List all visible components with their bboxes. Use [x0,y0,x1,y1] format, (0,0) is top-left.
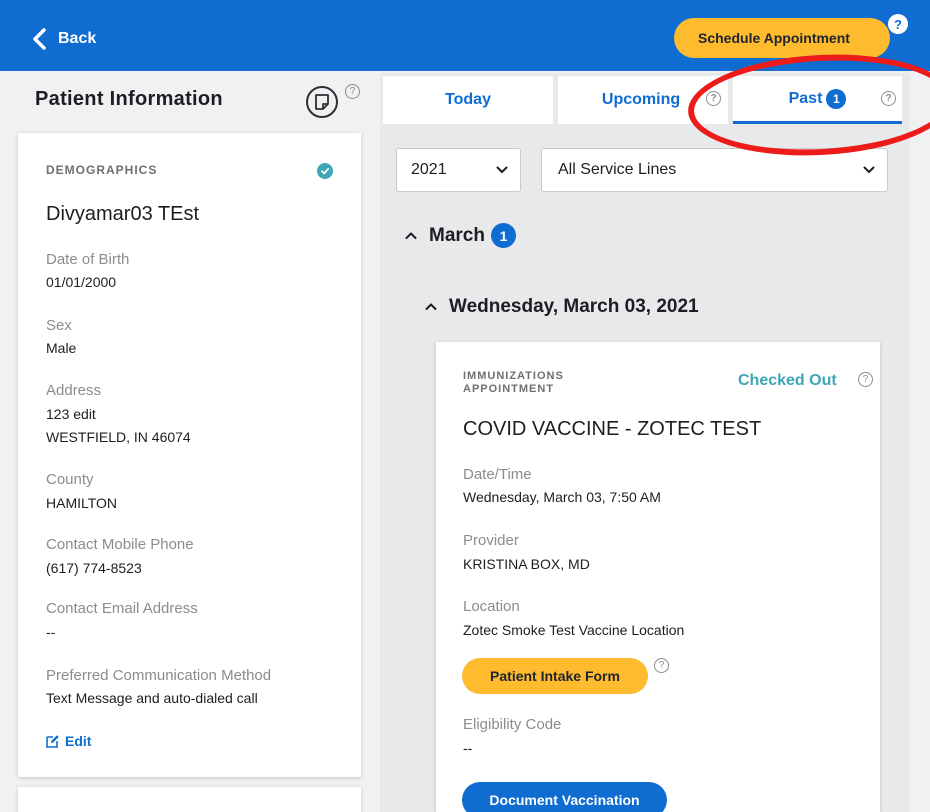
tab-upcoming[interactable]: Upcoming ? [558,76,728,124]
appointment-title: COVID VACCINE - ZOTEC TEST [463,418,762,440]
count-badge: 1 [490,223,516,248]
count-badge: 1 [826,88,847,109]
demographics-card: DEMOGRAPHICS Divyamar03 TEst Date of Bir… [18,133,361,777]
help-icon[interactable]: ? [888,14,908,34]
document-vaccination-button[interactable]: Document Vaccination [462,782,667,812]
sex-value: Male [46,340,77,356]
day-label: Wednesday, March 03, 2021 [449,296,699,317]
help-icon[interactable]: ? [654,658,669,673]
tab-label: Past [788,89,823,107]
back-label: Back [58,30,97,47]
edit-icon [46,735,59,748]
provider-label: Provider [463,532,519,549]
year-value: 2021 [411,161,447,178]
schedule-appointment-button[interactable]: Schedule Appointment [674,18,890,58]
month-group-toggle[interactable]: March 1 [405,223,516,248]
county-label: County [46,471,94,488]
day-group-toggle[interactable]: Wednesday, March 03, 2021 [425,296,699,318]
pref-value: Text Message and auto-dialed call [46,690,258,706]
county-value: HAMILTON [46,495,118,511]
sex-label: Sex [46,317,72,334]
page-title: Patient Information [35,88,223,110]
tab-past[interactable]: Past 1 ? [733,76,902,124]
dob-label: Date of Birth [46,251,130,268]
datetime-label: Date/Time [463,466,532,483]
appointment-type: IMMUNIZATIONS APPOINTMENT [463,370,564,395]
appointment-card: IMMUNIZATIONS APPOINTMENT Checked Out ? … [436,342,880,812]
chevron-down-icon [496,166,508,174]
email-value: -- [46,624,56,640]
eligibility-value: -- [463,740,473,756]
verified-check-icon [317,163,333,179]
chevron-down-icon [863,166,875,174]
address-line2: WESTFIELD, IN 46074 [46,429,191,445]
note-icon [315,94,329,110]
address-label: Address [46,382,102,399]
chevron-up-icon [425,303,437,310]
address-line1: 123 edit [46,406,96,422]
status-badge: Checked Out [738,372,837,389]
secondary-card [18,787,361,812]
help-icon[interactable]: ? [706,91,721,106]
patient-intake-form-button[interactable]: Patient Intake Form [462,658,648,694]
location-value: Zotec Smoke Test Vaccine Location [463,622,685,638]
edit-label: Edit [65,733,92,749]
service-value: All Service Lines [558,161,677,178]
chevron-up-icon [405,231,417,239]
month-label: March [429,224,485,246]
location-label: Location [463,598,520,615]
appointment-tabs: Today Upcoming ? Past 1 ? [383,76,902,124]
datetime-value: Wednesday, March 03, 7:50 AM [463,489,661,505]
top-bar: Back Schedule Appointment ? [0,0,930,71]
dob-value: 01/01/2000 [46,274,117,290]
tab-label: Upcoming [601,91,681,108]
service-line-select[interactable]: All Service Lines [541,148,888,192]
edit-button[interactable]: Edit [46,733,91,749]
provider-value: KRISTINA BOX, MD [463,556,590,572]
help-icon[interactable]: ? [345,84,360,99]
sticky-note-icon[interactable] [306,86,338,118]
chevron-left-icon [33,28,46,50]
phone-label: Contact Mobile Phone [46,536,194,553]
demographics-heading: DEMOGRAPHICS [46,163,158,177]
phone-value: (617) 774-8523 [46,560,142,576]
patient-name: Divyamar03 TEst [46,203,200,225]
help-icon[interactable]: ? [881,91,896,106]
eligibility-label: Eligibility Code [463,716,562,733]
email-label: Contact Email Address [46,600,198,617]
back-button[interactable]: Back [30,24,96,54]
year-select[interactable]: 2021 [396,148,521,192]
tab-today[interactable]: Today [383,76,553,124]
pref-label: Preferred Communication Method [46,667,272,684]
help-icon[interactable]: ? [858,372,873,387]
tab-label: Today [445,91,491,108]
